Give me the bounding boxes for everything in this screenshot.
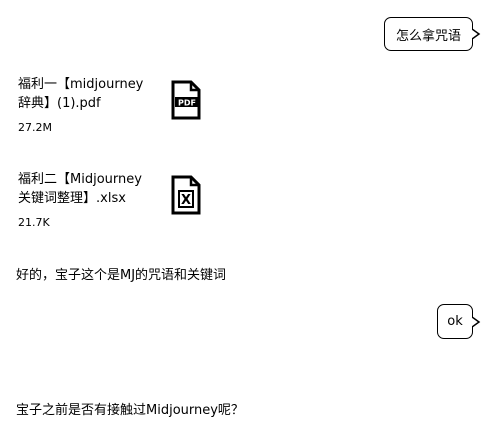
bubble-tail bbox=[472, 315, 481, 328]
incoming-message: 宝子之前是否有接触过Midjourney呢？ bbox=[16, 403, 244, 418]
file-type-badge: X bbox=[181, 193, 191, 208]
outgoing-message-bubble: 怎么拿咒语 bbox=[384, 17, 481, 51]
message-text: 怎么拿咒语 bbox=[395, 28, 461, 44]
file-attachment-card[interactable]: 福利二【Midjourney 关键词整理】.xlsx 21.7K X bbox=[18, 170, 218, 234]
file-type-badge: PDF bbox=[178, 99, 196, 108]
excel-file-icon: X bbox=[171, 175, 201, 215]
incoming-message: 好的，宝子这个是MJ的咒语和关键词 bbox=[16, 268, 227, 283]
file-name: 福利二【Midjourney 关键词整理】.xlsx bbox=[18, 172, 142, 206]
file-name: 福利一【midjourney 辞典】(1).pdf bbox=[18, 77, 144, 111]
message-text: ok bbox=[447, 314, 463, 329]
file-size: 27.2M bbox=[18, 121, 52, 134]
bubble-tail bbox=[472, 28, 481, 40]
pdf-file-icon: PDF bbox=[171, 80, 201, 120]
outgoing-message-bubble: ok bbox=[437, 304, 481, 339]
file-attachment-card[interactable]: 福利一【midjourney 辞典】(1).pdf 27.2M PDF bbox=[18, 75, 218, 139]
file-size: 21.7K bbox=[18, 216, 50, 229]
